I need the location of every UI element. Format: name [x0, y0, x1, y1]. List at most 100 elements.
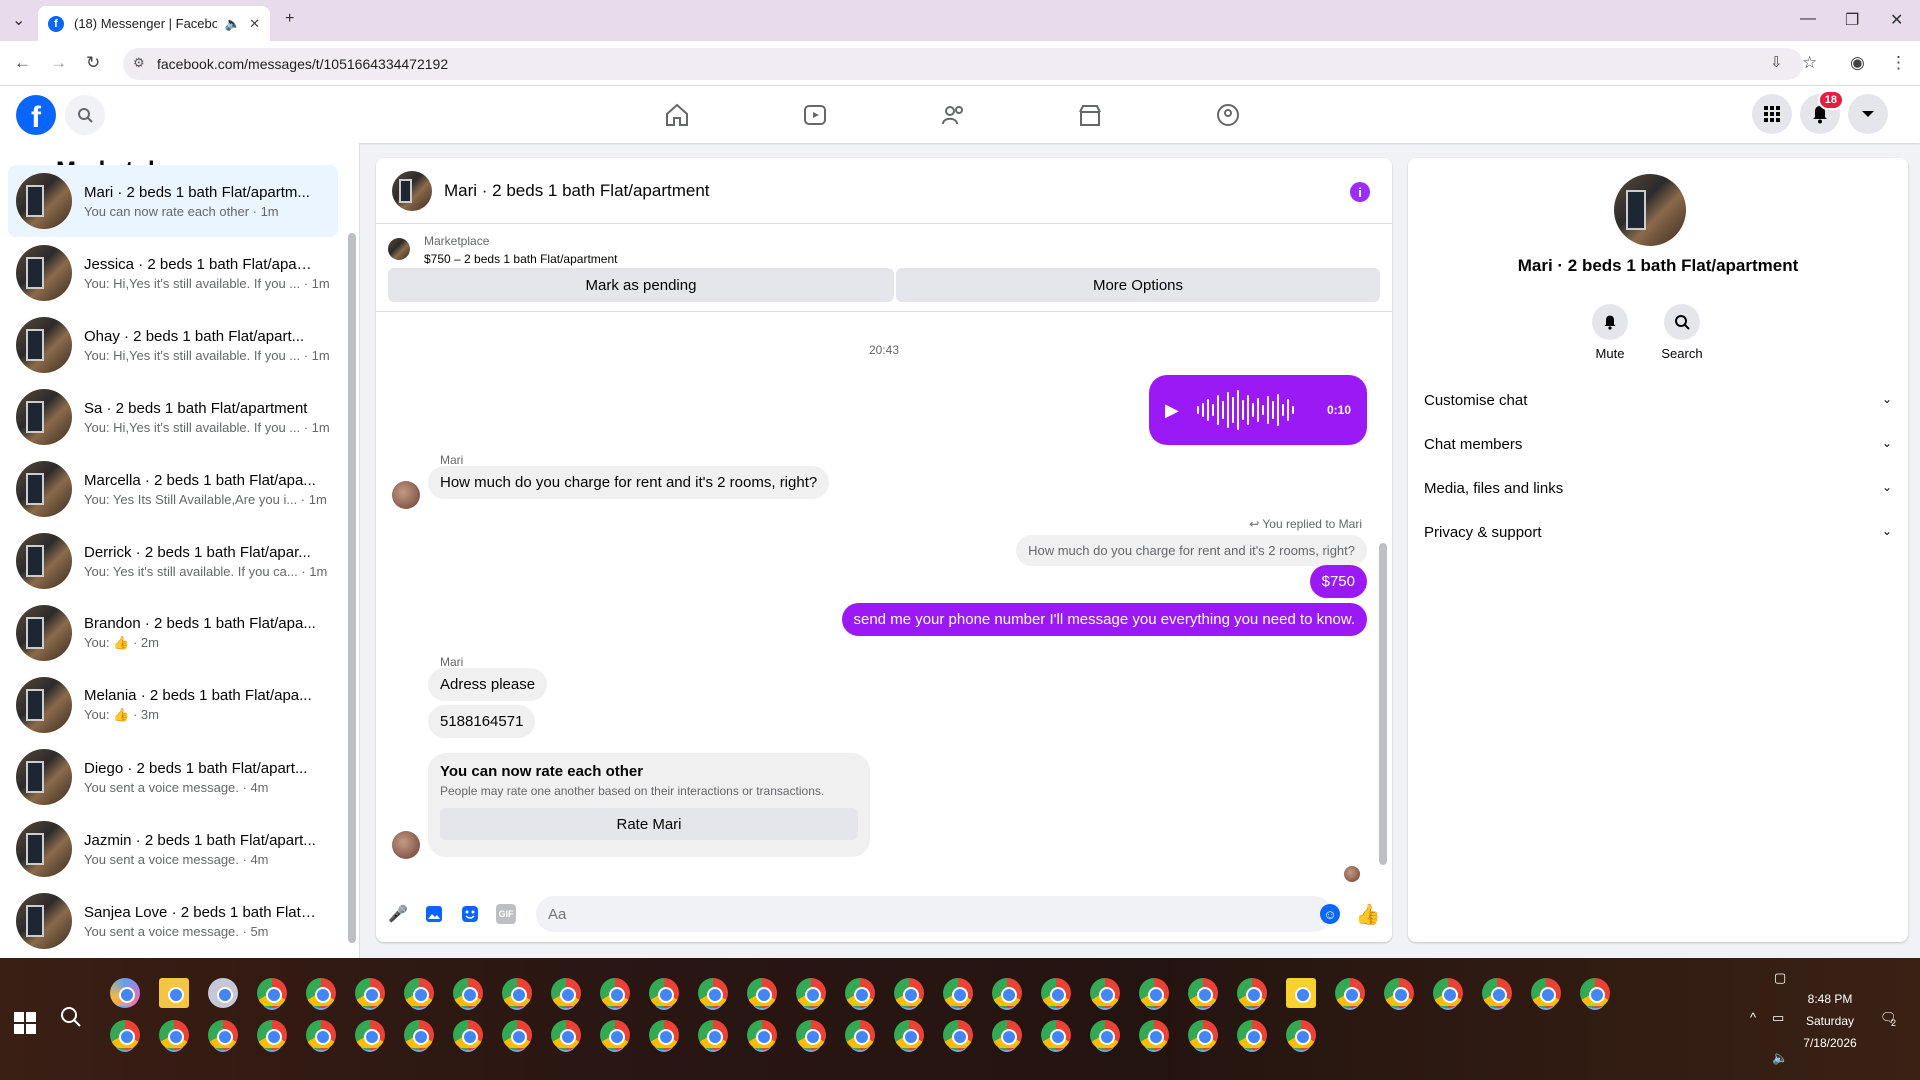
chrome-icon[interactable] — [502, 1020, 532, 1050]
chrome-icon[interactable] — [698, 978, 728, 1008]
chrome-icon[interactable] — [649, 1020, 679, 1050]
address-bar[interactable]: ⚙ facebook.com/messages/t/10516643344721… — [123, 48, 1803, 80]
chrome-icon[interactable] — [992, 978, 1022, 1008]
like-thumb-icon[interactable]: 👍 — [1356, 904, 1381, 926]
accordion-customise-chat[interactable]: Customise chat ⌄ — [1424, 392, 1892, 409]
chrome-icon[interactable] — [1188, 1020, 1218, 1050]
conversation-item[interactable]: Ohay · 2 beds 1 bath Flat/apart... You: H… — [8, 309, 338, 381]
gaming-icon[interactable] — [1213, 100, 1243, 130]
chrome-icon[interactable] — [306, 1020, 336, 1050]
chrome-icon[interactable] — [992, 1020, 1022, 1050]
accordion-media-files-links[interactable]: Media, files and links ⌄ — [1424, 480, 1892, 497]
system-clock[interactable]: 8:48 PM Saturday 7/18/2026 — [1790, 988, 1870, 1054]
chrome-icon[interactable] — [1041, 978, 1071, 1008]
avatar[interactable] — [392, 170, 432, 211]
chrome-icon[interactable] — [1041, 1020, 1071, 1050]
speaker-icon[interactable]: 🔈 — [225, 16, 241, 32]
info-icon[interactable]: i — [1350, 182, 1370, 202]
chrome-icon[interactable] — [894, 1020, 924, 1050]
chrome-icon[interactable] — [208, 1020, 238, 1050]
chat-scrollbar[interactable] — [1379, 543, 1387, 865]
outgoing-message[interactable]: send me your phone number I'll message y… — [841, 603, 1367, 636]
install-icon[interactable]: ⇩ — [1770, 53, 1783, 71]
conversation-item[interactable]: Jazmin · 2 beds 1 bath Flat/apart... You … — [8, 813, 338, 885]
chrome-icon[interactable] — [159, 1020, 189, 1050]
conversation-item[interactable]: Brandon · 2 beds 1 bath Flat/apa... You: … — [8, 597, 338, 669]
chrome-icon[interactable] — [257, 1020, 287, 1050]
new-tab-icon[interactable]: + — [285, 10, 294, 28]
chrome-icon[interactable] — [355, 978, 385, 1008]
listing-title[interactable]: $750 – 2 beds 1 bath Flat/apartment — [424, 252, 617, 266]
network-icon[interactable]: ▭ — [1772, 1010, 1784, 1026]
chrome-icon[interactable] — [1237, 978, 1267, 1008]
chrome-icon[interactable] — [1433, 978, 1463, 1008]
tab-search-icon[interactable]: ⌄ — [12, 10, 25, 30]
chrome-icon[interactable] — [1482, 978, 1512, 1008]
notifications-bell-icon[interactable]: 18 — [1800, 90, 1844, 134]
conversation-item[interactable]: Sanjea Love · 2 beds 1 bath Flat/... You … — [8, 885, 338, 957]
mark-as-pending-button[interactable]: Mark as pending — [388, 268, 894, 302]
paint-icon[interactable] — [208, 978, 238, 1008]
windows-start-icon[interactable] — [14, 1012, 36, 1034]
chrome-icon[interactable] — [551, 1020, 581, 1050]
chat-title[interactable]: Mari · 2 beds 1 bath Flat/apartment — [444, 181, 710, 201]
file-explorer-icon[interactable] — [159, 978, 189, 1008]
voice-message[interactable]: ▶ 0:10 — [1149, 375, 1367, 445]
chrome-icon[interactable] — [1286, 1020, 1316, 1050]
microphone-icon[interactable]: 🎤 — [388, 904, 408, 924]
gif-icon[interactable]: GIF — [496, 904, 516, 924]
chrome-icon[interactable] — [1335, 978, 1365, 1008]
chrome-icon[interactable] — [943, 1020, 973, 1050]
chrome-icon[interactable] — [600, 1020, 630, 1050]
chrome-icon[interactable] — [796, 978, 826, 1008]
conversation-item[interactable]: Marcella · 2 beds 1 bath Flat/apa... You:… — [8, 453, 338, 525]
more-options-button[interactable]: More Options — [896, 268, 1380, 302]
forward-icon[interactable]: → — [50, 53, 67, 73]
chrome-icon[interactable] — [551, 978, 581, 1008]
apps-menu-icon[interactable] — [1752, 94, 1792, 134]
search-button[interactable]: Search — [1652, 304, 1712, 361]
chrome-icon[interactable] — [943, 978, 973, 1008]
chrome-icon[interactable] — [1090, 1020, 1120, 1050]
chrome-icon[interactable] — [649, 978, 679, 1008]
accordion-privacy-support[interactable]: Privacy & support ⌄ — [1424, 524, 1892, 541]
incoming-message[interactable]: How much do you charge for rent and it's… — [428, 466, 830, 499]
profile-icon[interactable]: ◉ — [1850, 53, 1865, 73]
chrome-icon[interactable] — [110, 1020, 140, 1050]
chrome-icon[interactable] — [1237, 1020, 1267, 1050]
outgoing-message[interactable]: $750 — [1309, 565, 1367, 598]
quoted-message[interactable]: How much do you charge for rent and it's… — [1016, 535, 1367, 566]
restore-icon[interactable]: ❐ — [1845, 10, 1859, 30]
chrome-icon[interactable] — [1531, 978, 1561, 1008]
chrome-icon[interactable] — [1139, 978, 1169, 1008]
marketplace-icon[interactable] — [1075, 100, 1105, 130]
incoming-message[interactable]: Adress please — [428, 668, 548, 701]
chrome-icon[interactable] — [894, 978, 924, 1008]
chrome-icon[interactable] — [257, 978, 287, 1008]
emoji-icon[interactable]: ☺ — [1320, 904, 1340, 924]
chrome-icon[interactable] — [502, 978, 532, 1008]
chrome-icon[interactable] — [796, 1020, 826, 1050]
facebook-logo-icon[interactable]: f — [16, 95, 56, 135]
conversation-item[interactable]: Derrick · 2 beds 1 bath Flat/apar... You:… — [8, 525, 338, 597]
chrome-icon[interactable] — [747, 1020, 777, 1050]
chrome-icon[interactable] — [1580, 978, 1610, 1008]
chrome-icon[interactable] — [698, 1020, 728, 1050]
chrome-icon[interactable] — [845, 978, 875, 1008]
taskbar-search-icon[interactable] — [60, 1006, 82, 1034]
window-close-icon[interactable]: ✕ — [1890, 10, 1903, 30]
copilot-icon[interactable] — [110, 978, 140, 1008]
tab-close-icon[interactable]: ✕ — [249, 16, 260, 32]
reload-icon[interactable]: ↻ — [86, 53, 100, 73]
home-icon[interactable] — [662, 100, 692, 130]
chrome-icon[interactable] — [1188, 978, 1218, 1008]
browser-tab[interactable]: f (18) Messenger | Facebook 🔈 ✕ — [38, 6, 270, 41]
accordion-chat-members[interactable]: Chat members ⌄ — [1424, 436, 1892, 453]
sticker-icon[interactable] — [460, 904, 480, 924]
chrome-icon[interactable] — [1090, 978, 1120, 1008]
bookmark-star-icon[interactable]: ☆ — [1802, 53, 1817, 73]
account-menu-icon[interactable] — [1848, 94, 1888, 134]
play-icon[interactable]: ▶ — [1165, 400, 1179, 421]
incoming-message[interactable]: 5188164571 — [428, 705, 536, 738]
chrome-icon[interactable] — [453, 1020, 483, 1050]
